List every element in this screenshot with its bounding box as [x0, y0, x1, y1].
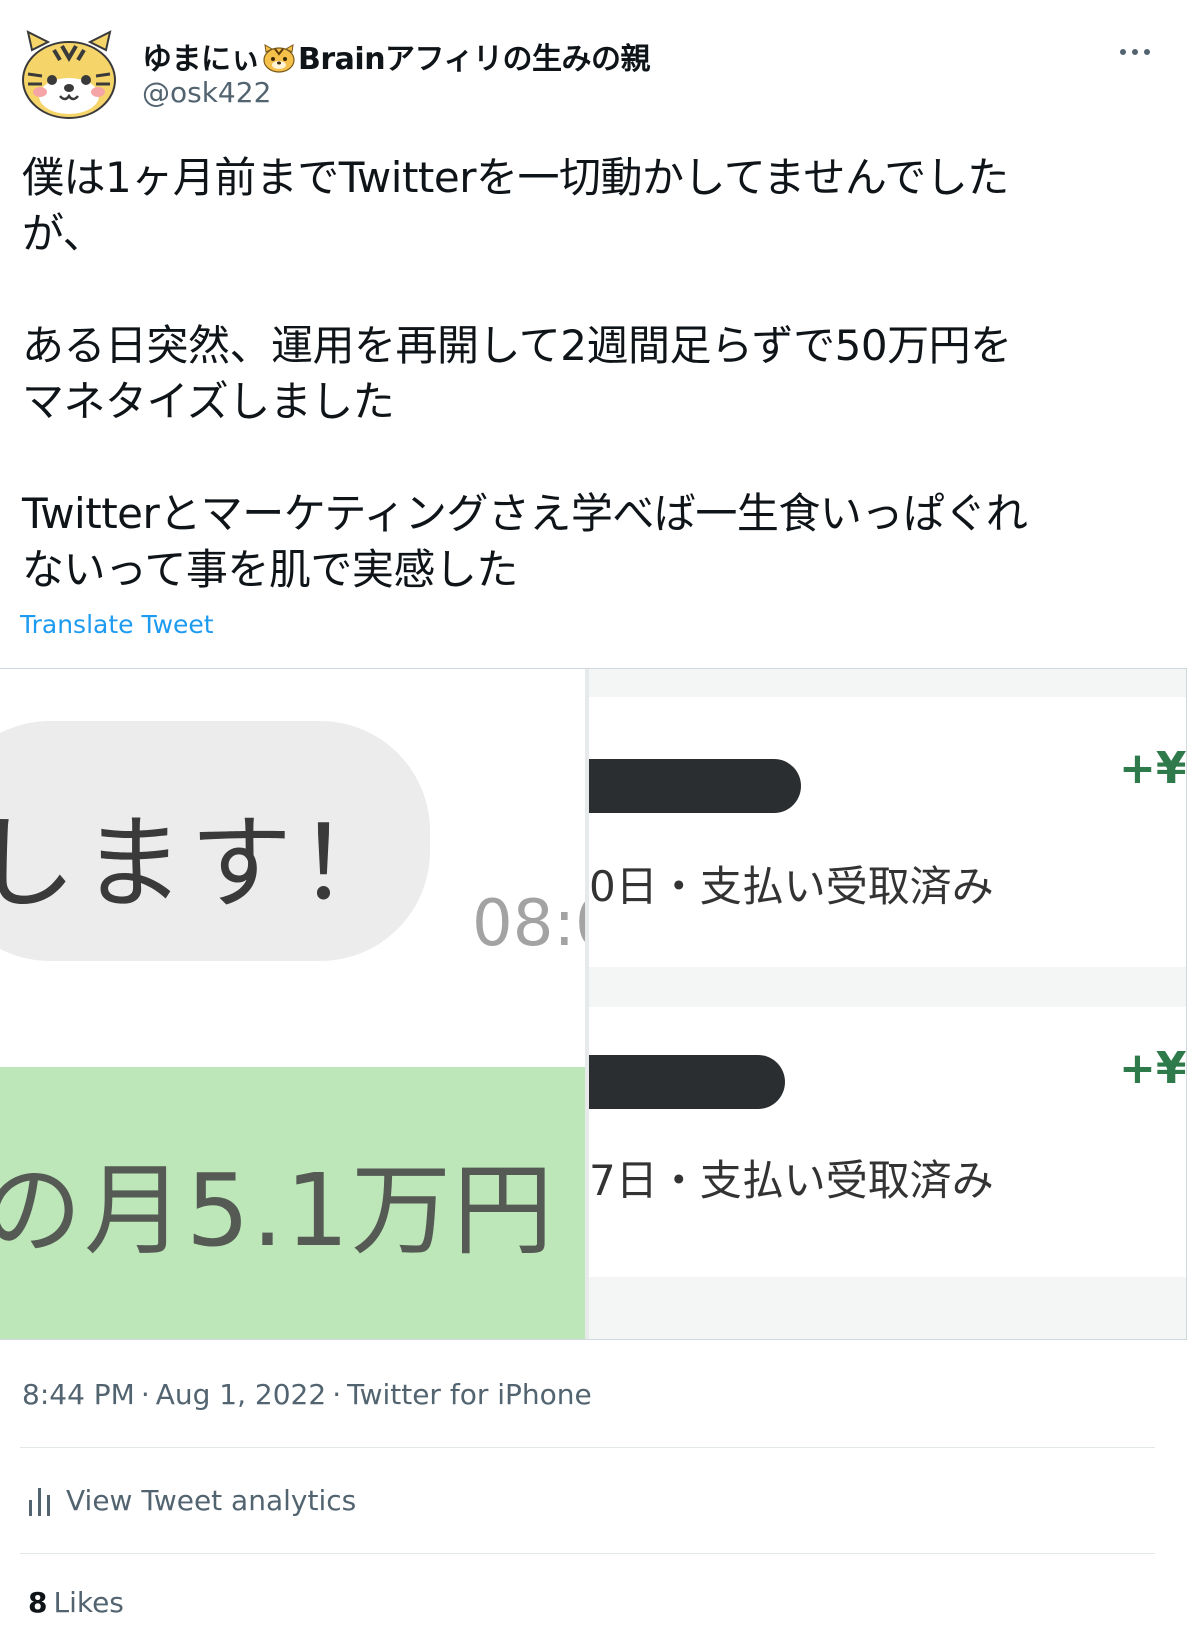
redaction-bar	[589, 759, 801, 813]
media-image-payments[interactable]: +¥ 0日・支払い受取済み +¥ 7日・支払い受取済み	[589, 669, 1187, 1339]
chat-bubble-text: します！	[0, 805, 406, 924]
translate-tweet-link[interactable]: Translate Tweet	[20, 610, 214, 639]
tweet-paragraph: 僕は1ヶ月前までTwitterを一切動かしてませんでした が、	[22, 153, 1009, 258]
tweet-header: ゆまにぃ Brainアフィリの生みの親 @osk422	[0, 0, 1189, 125]
tweet-paragraph: ある日突然、運用を再開して2週間足らずで50万円を マネタイズしました	[22, 321, 1012, 426]
meta-separator: ·	[332, 1378, 342, 1411]
payment-status: 7日・支払い受取済み	[589, 1156, 994, 1205]
bar-chart-icon	[29, 1488, 50, 1516]
author-display-name[interactable]: ゆまにぃ Brainアフィリの生みの親	[142, 34, 650, 78]
author-handle[interactable]: @osk422	[142, 76, 271, 109]
meta-separator: ·	[140, 1378, 150, 1411]
tweet-media[interactable]: します！ 08:0 の月5.1万円 +¥ 0日・支払い受取済み +¥ 7日・支払…	[0, 668, 1187, 1340]
chat-green-message-text: の月5.1万円	[0, 1152, 556, 1269]
payment-card: +¥ 0日・支払い受取済み	[589, 697, 1187, 967]
tweet-time-link[interactable]: 8:44 PM	[22, 1378, 135, 1411]
payment-card: +¥ 7日・支払い受取済み	[589, 1007, 1187, 1277]
tweet-body: 僕は1ヶ月前までTwitterを一切動かしてませんでした が、 ある日突然、運用…	[22, 150, 1152, 598]
more-horizontal-icon	[1132, 49, 1138, 55]
more-horizontal-icon	[1120, 49, 1126, 55]
divider	[20, 1447, 1155, 1448]
analytics-label: View Tweet analytics	[66, 1484, 357, 1517]
more-horizontal-icon	[1144, 49, 1150, 55]
media-image-chat[interactable]: します！ 08:0 の月5.1万円	[0, 669, 585, 1339]
tweet-paragraph: Twitterとマーケティングさえ学べば一生食いっぱぐれ ないって事を肌で実感し…	[22, 489, 1028, 594]
likes-link[interactable]: 8 Likes	[28, 1586, 124, 1619]
chat-timestamp: 08:0	[472, 887, 585, 961]
tiger-face-icon	[263, 44, 295, 73]
payment-amount: +¥	[1119, 1043, 1187, 1094]
redaction-bar	[589, 1055, 785, 1109]
tweet-date-link[interactable]: Aug 1, 2022	[156, 1378, 326, 1411]
likes-label: Likes	[53, 1586, 124, 1619]
display-name-part: ゆまにぃ	[142, 42, 261, 77]
display-name-part: Brainアフィリの生みの親	[298, 42, 650, 77]
more-options-button[interactable]	[1110, 30, 1160, 70]
payment-amount: +¥	[1119, 743, 1187, 794]
tweet-source-link[interactable]: Twitter for iPhone	[347, 1378, 592, 1411]
tiger-avatar-icon[interactable]	[20, 28, 118, 120]
tweet-metadata: 8:44 PM · Aug 1, 2022 · Twitter for iPhone	[22, 1378, 592, 1411]
payment-status: 0日・支払い受取済み	[589, 862, 994, 911]
likes-count: 8	[28, 1586, 48, 1619]
divider	[20, 1553, 1155, 1554]
